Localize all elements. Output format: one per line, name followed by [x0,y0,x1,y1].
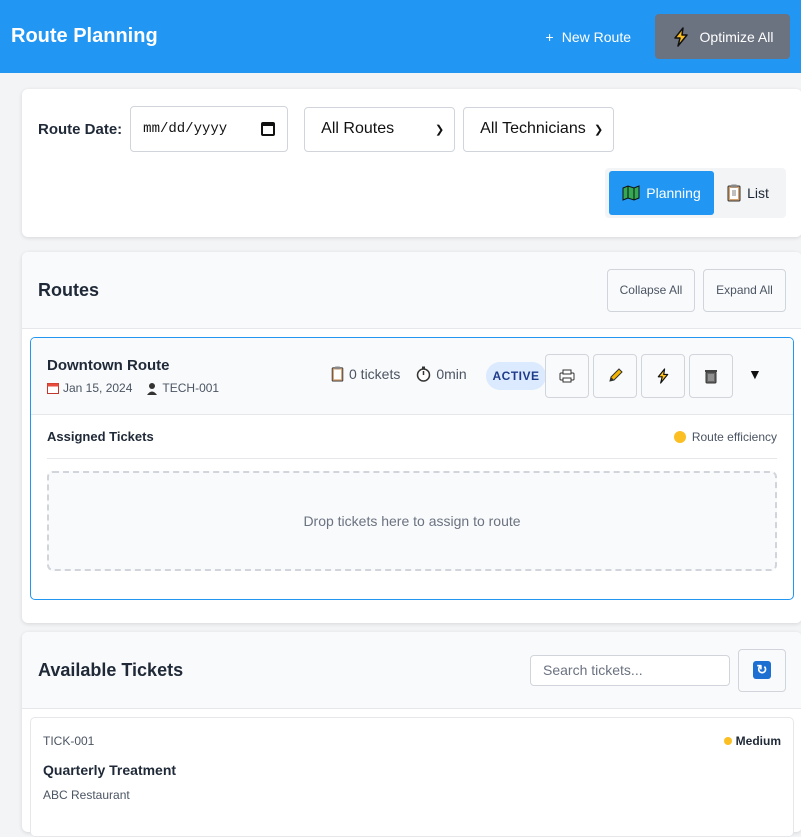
optimize-all-label: Optimize All [699,28,774,45]
route-efficiency-indicator: Route efficiency [673,430,777,444]
route-duration: 0min [416,366,467,382]
new-route-label: New Route [561,28,631,45]
status-badge: ACTIVE [486,362,546,390]
route-card[interactable]: Downtown Route Jan 15, 2024 TECH-001 0 t… [30,337,794,600]
routes-header: Routes Collapse All Expand All [22,252,801,329]
clipboard-icon [727,184,741,202]
edit-route-button[interactable] [593,354,637,398]
routes-select[interactable]: All Routes ❯ [304,106,456,152]
search-tickets-input[interactable]: Search tickets... [530,654,730,686]
list-view-button[interactable]: List [714,171,782,215]
view-toggle: Planning List [605,168,786,218]
route-technician: TECH-001 [146,381,219,395]
app-header: Route Planning + New Route Optimize All [0,0,801,73]
technicians-select[interactable]: All Technicians ❯ [463,106,615,152]
print-route-button[interactable] [545,354,589,398]
available-tickets-header: Available Tickets Search tickets... ↻ [22,632,801,709]
route-card-body: Assigned Tickets Route efficiency Drop t… [31,415,793,571]
page-title: Route Planning [11,25,158,47]
priority-dot-icon [723,737,732,745]
route-name: Downtown Route [47,357,170,374]
efficiency-dot-icon [673,430,686,443]
ticket-card[interactable]: TICK-001 Medium Quarterly Treatment ABC … [30,717,794,837]
ticket-id: TICK-001 [43,734,95,748]
pencil-icon [609,368,623,382]
assigned-tickets-label: Assigned Tickets [47,429,154,444]
filters-panel: Route Date: mm/dd/yyyy All Routes ❯ All … [22,89,801,237]
delete-route-button[interactable] [689,354,733,398]
calendar-icon [47,383,59,394]
technician-icon [147,382,158,395]
chevron-down-icon: ❯ [434,123,445,136]
trash-icon [705,370,717,384]
plus-icon: + [545,28,554,45]
optimize-route-button[interactable] [641,354,685,398]
route-ticket-count: 0 tickets [331,366,400,382]
collapse-toggle-icon[interactable]: ▼ [748,366,762,382]
available-tickets-section: Available Tickets Search tickets... ↻ TI… [22,632,801,837]
route-date-input[interactable]: mm/dd/yyyy [130,106,289,152]
ticket-customer: ABC Restaurant [43,788,130,802]
refresh-icon: ↻ [753,661,771,679]
route-date-label: Route Date: [38,120,123,138]
refresh-button[interactable]: ↻ [738,648,786,692]
planning-view-button[interactable]: Planning [609,171,714,215]
ticket-priority: Medium [723,734,781,748]
map-icon [622,185,640,201]
chevron-down-icon: ❯ [593,123,604,136]
collapse-all-button[interactable]: Collapse All [607,268,695,312]
new-route-button[interactable]: + New Route [546,29,631,45]
expand-all-button[interactable]: Expand All [703,268,786,312]
lightning-icon [673,26,688,47]
routes-title: Routes [38,279,100,300]
optimize-all-button[interactable]: Optimize All [655,14,790,59]
clipboard-icon [331,366,344,382]
routes-section: Routes Collapse All Expand All Downtown … [22,252,801,623]
lightning-icon [657,368,669,384]
route-date: Jan 15, 2024 [47,381,132,395]
ticket-title: Quarterly Treatment [43,762,177,778]
stopwatch-icon [417,366,431,382]
calendar-icon[interactable] [261,122,276,136]
ticket-dropzone[interactable]: Drop tickets here to assign to route [47,471,777,571]
route-card-header[interactable]: Downtown Route Jan 15, 2024 TECH-001 0 t… [31,338,793,415]
printer-icon [559,369,575,383]
available-tickets-title: Available Tickets [38,659,184,680]
